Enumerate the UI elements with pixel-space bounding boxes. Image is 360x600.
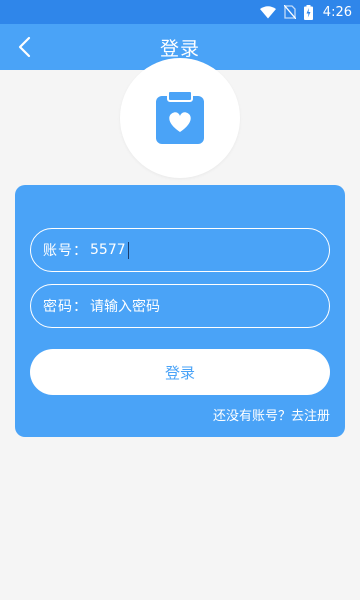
text-cursor	[127, 241, 130, 259]
account-label: 账号：	[43, 243, 88, 259]
account-value: 5577	[90, 242, 126, 258]
password-label: 密码：	[43, 299, 88, 315]
wifi-icon	[259, 5, 276, 19]
account-field[interactable]: 账号： 5577	[30, 228, 330, 272]
page-title: 登录	[159, 37, 200, 60]
register-link[interactable]: 还没有账号？去注册	[213, 405, 330, 424]
password-field[interactable]: 密码： 请输入密码	[30, 284, 330, 328]
login-button[interactable]: 登录	[30, 349, 330, 395]
status-bar: 4:26	[0, 0, 360, 24]
login-card: 账号： 5577 密码： 请输入密码 登录 还没有账号？去注册	[15, 185, 345, 437]
chevron-left-icon	[18, 36, 31, 58]
password-placeholder: 请输入密码	[90, 299, 160, 315]
clipboard-heart-icon	[156, 91, 204, 144]
app-logo	[120, 58, 240, 178]
back-button[interactable]	[10, 32, 40, 62]
no-sim-icon	[283, 5, 296, 19]
status-time: 4:26	[322, 4, 352, 20]
battery-charging-icon	[303, 4, 313, 20]
